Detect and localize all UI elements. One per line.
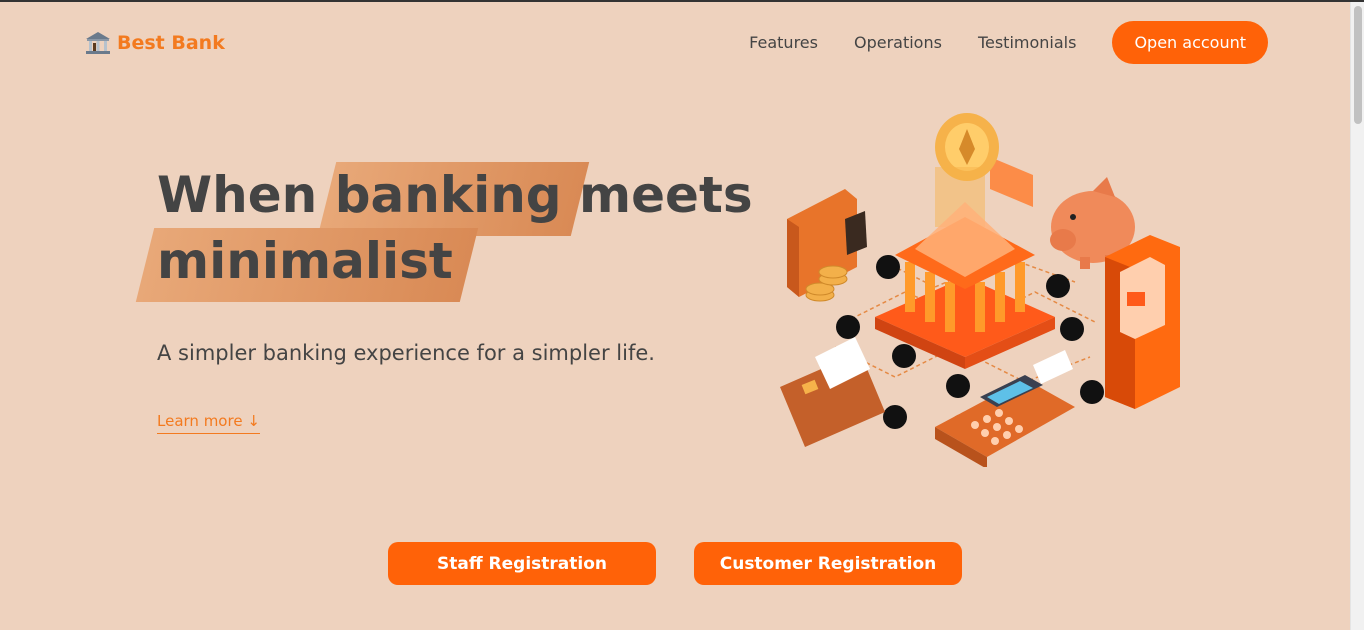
hero-title: When banking meets minimalist: [157, 162, 753, 294]
nav-link-testimonials[interactable]: Testimonials: [978, 33, 1077, 52]
scrollbar-thumb[interactable]: [1354, 6, 1362, 124]
main-nav: Features Operations Testimonials Open ac…: [713, 21, 1268, 64]
hero-title-highlight: banking: [335, 162, 562, 228]
logo[interactable]: Best Bank: [85, 30, 225, 56]
customer-registration-button[interactable]: Customer Registration: [694, 542, 962, 585]
logo-text: Best Bank: [117, 32, 225, 54]
page-scrollbar[interactable]: [1350, 2, 1364, 630]
nav-link-features[interactable]: Features: [749, 33, 818, 52]
learn-more-link[interactable]: Learn more ↓: [157, 412, 260, 434]
banking-illustration: [780, 113, 1180, 467]
hero-title-word: When: [157, 166, 318, 224]
bank-icon: [86, 32, 110, 54]
nav-link-operations[interactable]: Operations: [854, 33, 942, 52]
hero-subtitle: A simpler banking experience for a simpl…: [157, 341, 655, 365]
staff-registration-button[interactable]: Staff Registration: [388, 542, 656, 585]
hero-title-highlight: minimalist: [157, 228, 453, 294]
open-account-button[interactable]: Open account: [1112, 21, 1268, 64]
hero-title-word: meets: [579, 166, 753, 224]
